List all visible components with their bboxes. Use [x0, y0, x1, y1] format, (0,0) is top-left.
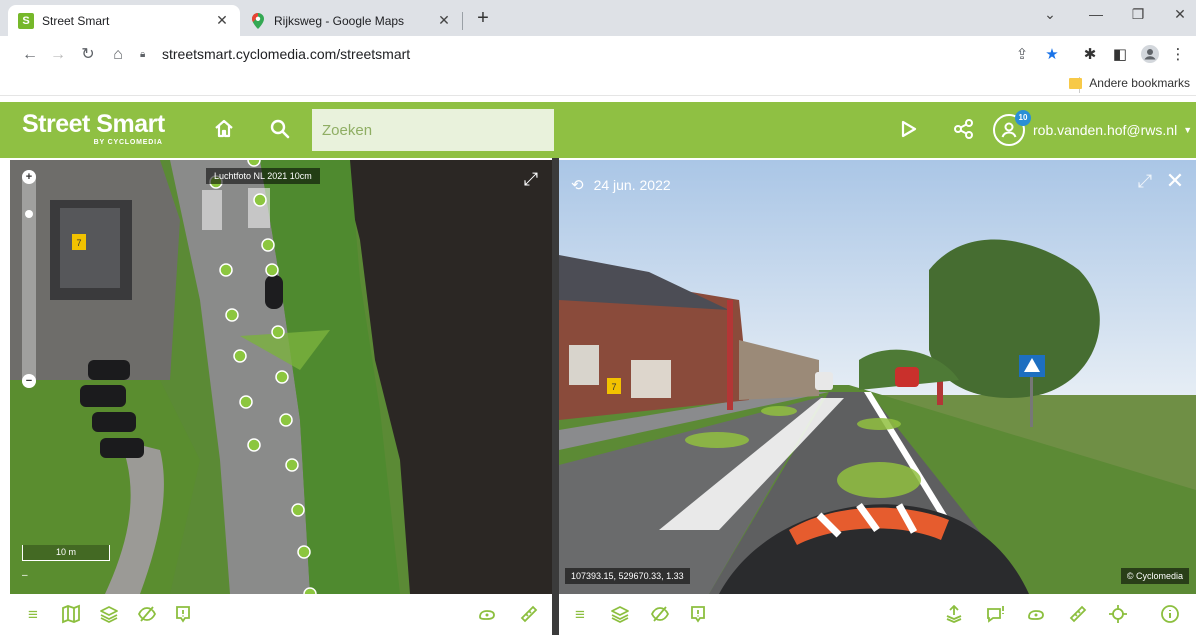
panorama-image: 7: [559, 160, 1196, 594]
play-icon[interactable]: [896, 118, 920, 142]
layers-icon[interactable]: [609, 604, 631, 626]
menu-icon[interactable]: ≡: [22, 604, 44, 626]
url-text: streetsmart.cyclomedia.com/streetsmart: [162, 46, 411, 62]
street-smart-logo: Street Smart BY CYCLOMEDIA: [22, 110, 165, 146]
reload-icon[interactable]: ↻: [78, 45, 98, 65]
info-icon[interactable]: [1159, 604, 1181, 626]
map-icon[interactable]: [60, 604, 82, 626]
share-icon[interactable]: ⇪: [1012, 45, 1032, 65]
tab-google-maps[interactable]: Rijksweg - Google Maps ✕: [240, 5, 462, 36]
locate-crosshair-icon[interactable]: [1107, 604, 1129, 626]
new-tab-icon[interactable]: +: [472, 8, 494, 28]
capture-date: ⟲ 24 jun. 2022: [571, 176, 671, 194]
capture-date-text: 24 jun. 2022: [593, 177, 671, 193]
map-scale-bar: 10 m: [22, 545, 110, 561]
area-measure-icon[interactable]: [476, 604, 498, 626]
report-icon[interactable]: [172, 604, 194, 626]
search-input[interactable]: [312, 109, 554, 151]
close-tab-icon[interactable]: ✕: [436, 12, 452, 29]
annotation-icon[interactable]: [985, 604, 1007, 626]
notification-badge: 10: [1015, 110, 1031, 126]
minimize-icon[interactable]: —: [1086, 6, 1106, 22]
search-icon[interactable]: [268, 118, 292, 142]
close-tab-icon[interactable]: ✕: [214, 12, 230, 29]
url-bar[interactable]: 🔒︎ streetsmart.cyclomedia.com/streetsmar…: [140, 40, 1070, 68]
user-avatar-icon: 10: [993, 110, 1031, 146]
app-header: Street Smart BY CYCLOMEDIA 10 rob.vanden…: [0, 102, 1196, 158]
tab-title: Rijksweg - Google Maps: [274, 13, 405, 28]
home-icon[interactable]: [212, 118, 236, 142]
zoom-slider-handle[interactable]: [25, 210, 33, 218]
street-smart-favicon: S: [18, 12, 34, 29]
user-email: rob.vanden.hof@rws.nl: [1033, 122, 1178, 138]
history-icon[interactable]: ⟲: [571, 176, 584, 194]
zoom-in-button[interactable]: +: [22, 170, 36, 184]
ruler-icon[interactable]: [518, 604, 540, 626]
house-number-label: 7: [611, 382, 616, 392]
share-icon[interactable]: [952, 118, 976, 142]
coordinates-readout: 107393.15, 529670.33, 1.33: [565, 568, 690, 584]
visibility-off-icon[interactable]: [649, 604, 671, 626]
other-bookmarks-label: Andere bookmarks: [1089, 76, 1190, 90]
home-icon[interactable]: ⌂: [108, 45, 128, 65]
menu-icon[interactable]: ≡: [569, 604, 591, 626]
zoom-out-button[interactable]: −: [22, 374, 36, 388]
expand-icon[interactable]: ⤢: [520, 168, 542, 190]
folder-icon: [1069, 77, 1083, 89]
copyright-label: © Cyclomedia: [1120, 568, 1189, 584]
other-bookmarks[interactable]: Andere bookmarks: [1069, 76, 1190, 90]
house-number-label: 7: [76, 238, 81, 248]
forward-icon[interactable]: →: [48, 45, 68, 65]
logo-main-text: Street Smart: [22, 110, 165, 138]
lock-icon: 🔒︎: [140, 48, 146, 60]
bookmarks-bar: Andere bookmarks: [0, 74, 1196, 96]
close-window-icon[interactable]: ✕: [1170, 6, 1190, 23]
aerial-photo: 7: [10, 160, 552, 594]
restore-icon[interactable]: ❐: [1128, 6, 1148, 23]
report-icon[interactable]: [687, 604, 709, 626]
menu-kebab-icon[interactable]: ⋮: [1168, 45, 1188, 65]
aerial-map-panel[interactable]: 7 Luchtfoto NL 2021 10cm ⤢ + − 10 m –: [10, 160, 552, 594]
visibility-off-icon[interactable]: [136, 604, 158, 626]
panorama-panel[interactable]: 7 ⟲ 24 jun. 2022 ⤢ ✕ 107393.15, 529670.3…: [559, 160, 1196, 594]
ruler-icon[interactable]: [1067, 604, 1089, 626]
extensions-icon[interactable]: ✱: [1080, 45, 1100, 65]
panel-divider[interactable]: [552, 158, 559, 635]
map-layer-label: Luchtfoto NL 2021 10cm: [206, 168, 320, 184]
layers-icon[interactable]: [98, 604, 120, 626]
google-maps-favicon: [250, 12, 266, 29]
download-upload-icon[interactable]: [943, 604, 965, 626]
scale-toggle-icon[interactable]: –: [22, 570, 28, 581]
logo-sub-text: BY CYCLOMEDIA: [93, 139, 163, 146]
tab-search-chevron-icon[interactable]: ⌄: [1040, 6, 1060, 23]
side-panel-icon[interactable]: ◧: [1110, 45, 1130, 65]
zoom-slider-track[interactable]: [22, 170, 36, 388]
bookmark-star-icon[interactable]: ★: [1042, 45, 1062, 65]
tab-title: Street Smart: [42, 13, 110, 28]
close-icon[interactable]: ✕: [1164, 170, 1186, 192]
address-bar-row: ← → ↻ ⌂ 🔒︎ streetsmart.cyclomedia.com/st…: [0, 36, 1196, 74]
profile-icon[interactable]: [1140, 45, 1160, 65]
back-icon[interactable]: ←: [20, 45, 40, 65]
map-toolbar: ≡: [10, 594, 552, 635]
area-measure-icon[interactable]: [1025, 604, 1047, 626]
panorama-toolbar: ≡: [559, 594, 1196, 635]
tab-street-smart[interactable]: S Street Smart ✕: [8, 5, 240, 36]
user-menu[interactable]: 10 rob.vanden.hof@rws.nl ▼: [993, 110, 1193, 148]
expand-icon[interactable]: ⤢: [1134, 170, 1156, 192]
browser-tab-strip: S Street Smart ✕ Rijksweg - Google Maps …: [0, 0, 1196, 36]
chevron-down-icon: ▼: [1183, 125, 1193, 135]
tab-separator: [462, 12, 463, 30]
